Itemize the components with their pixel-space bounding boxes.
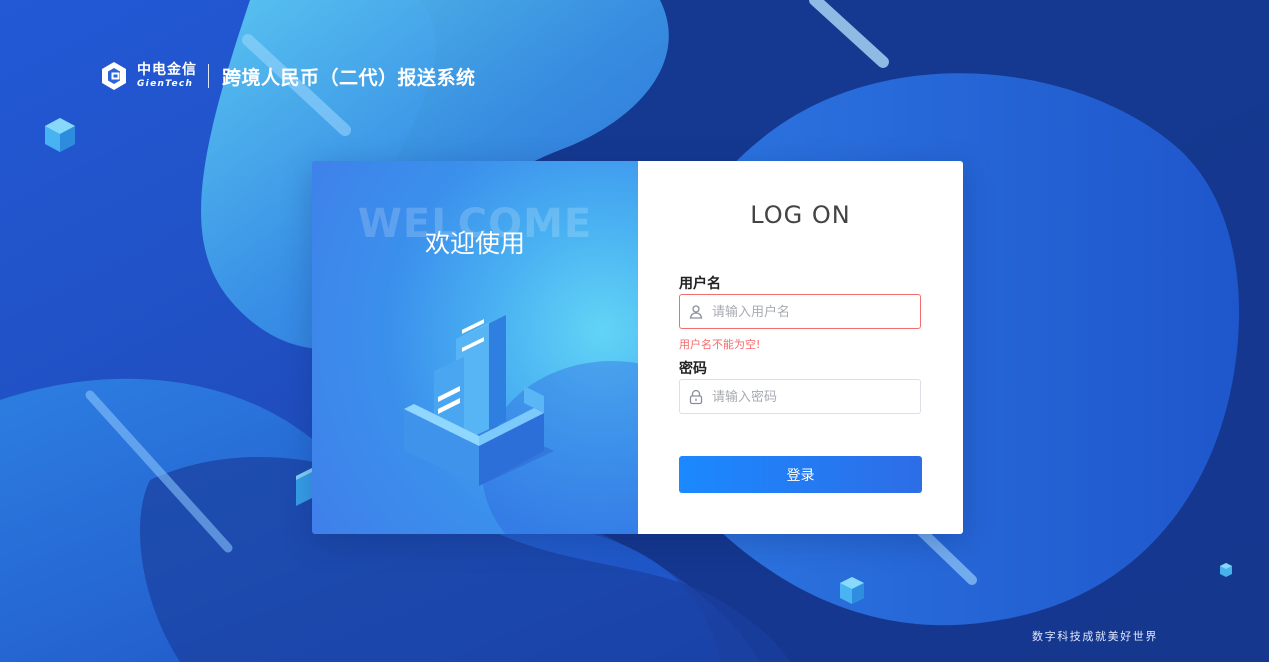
document-tray-illustration: [404, 315, 554, 486]
brand-name-en: GienTech: [137, 79, 194, 89]
username-field[interactable]: [679, 294, 921, 329]
username-error-message: 用户名不能为空!: [679, 338, 761, 351]
password-label: 密码: [679, 361, 707, 377]
password-input[interactable]: [710, 388, 914, 405]
welcome-title: 欢迎使用: [424, 229, 525, 258]
username-input[interactable]: [710, 303, 914, 320]
lock-icon: [689, 389, 703, 404]
brand-name-cn: 中电金信: [137, 62, 197, 78]
login-card: WELCOME 欢迎使用 LOG ON 用户名 请输入用户名 用户名不能为空! …: [312, 161, 963, 534]
welcome-panel: WELCOME 欢迎使用: [312, 161, 742, 534]
brand-name: 中电金信 GienTech: [137, 63, 197, 89]
password-field[interactable]: [679, 379, 921, 414]
login-button[interactable]: 登录: [679, 456, 922, 493]
footer-slogan: 数字科技成就美好世界: [1032, 630, 1158, 643]
login-title: LOG ON: [750, 201, 851, 229]
username-label: 用户名: [679, 276, 721, 292]
brand-divider: [208, 64, 209, 88]
login-panel: LOG ON 用户名 用户名不能为空! 密码 登录: [638, 161, 963, 534]
brand-header: 中电金信 GienTech 跨境人民币（二代）报送系统: [98, 60, 476, 92]
gientech-logo-icon: [102, 62, 126, 90]
system-title: 跨境人民币（二代）报送系统: [222, 66, 476, 89]
user-icon: [689, 304, 703, 319]
